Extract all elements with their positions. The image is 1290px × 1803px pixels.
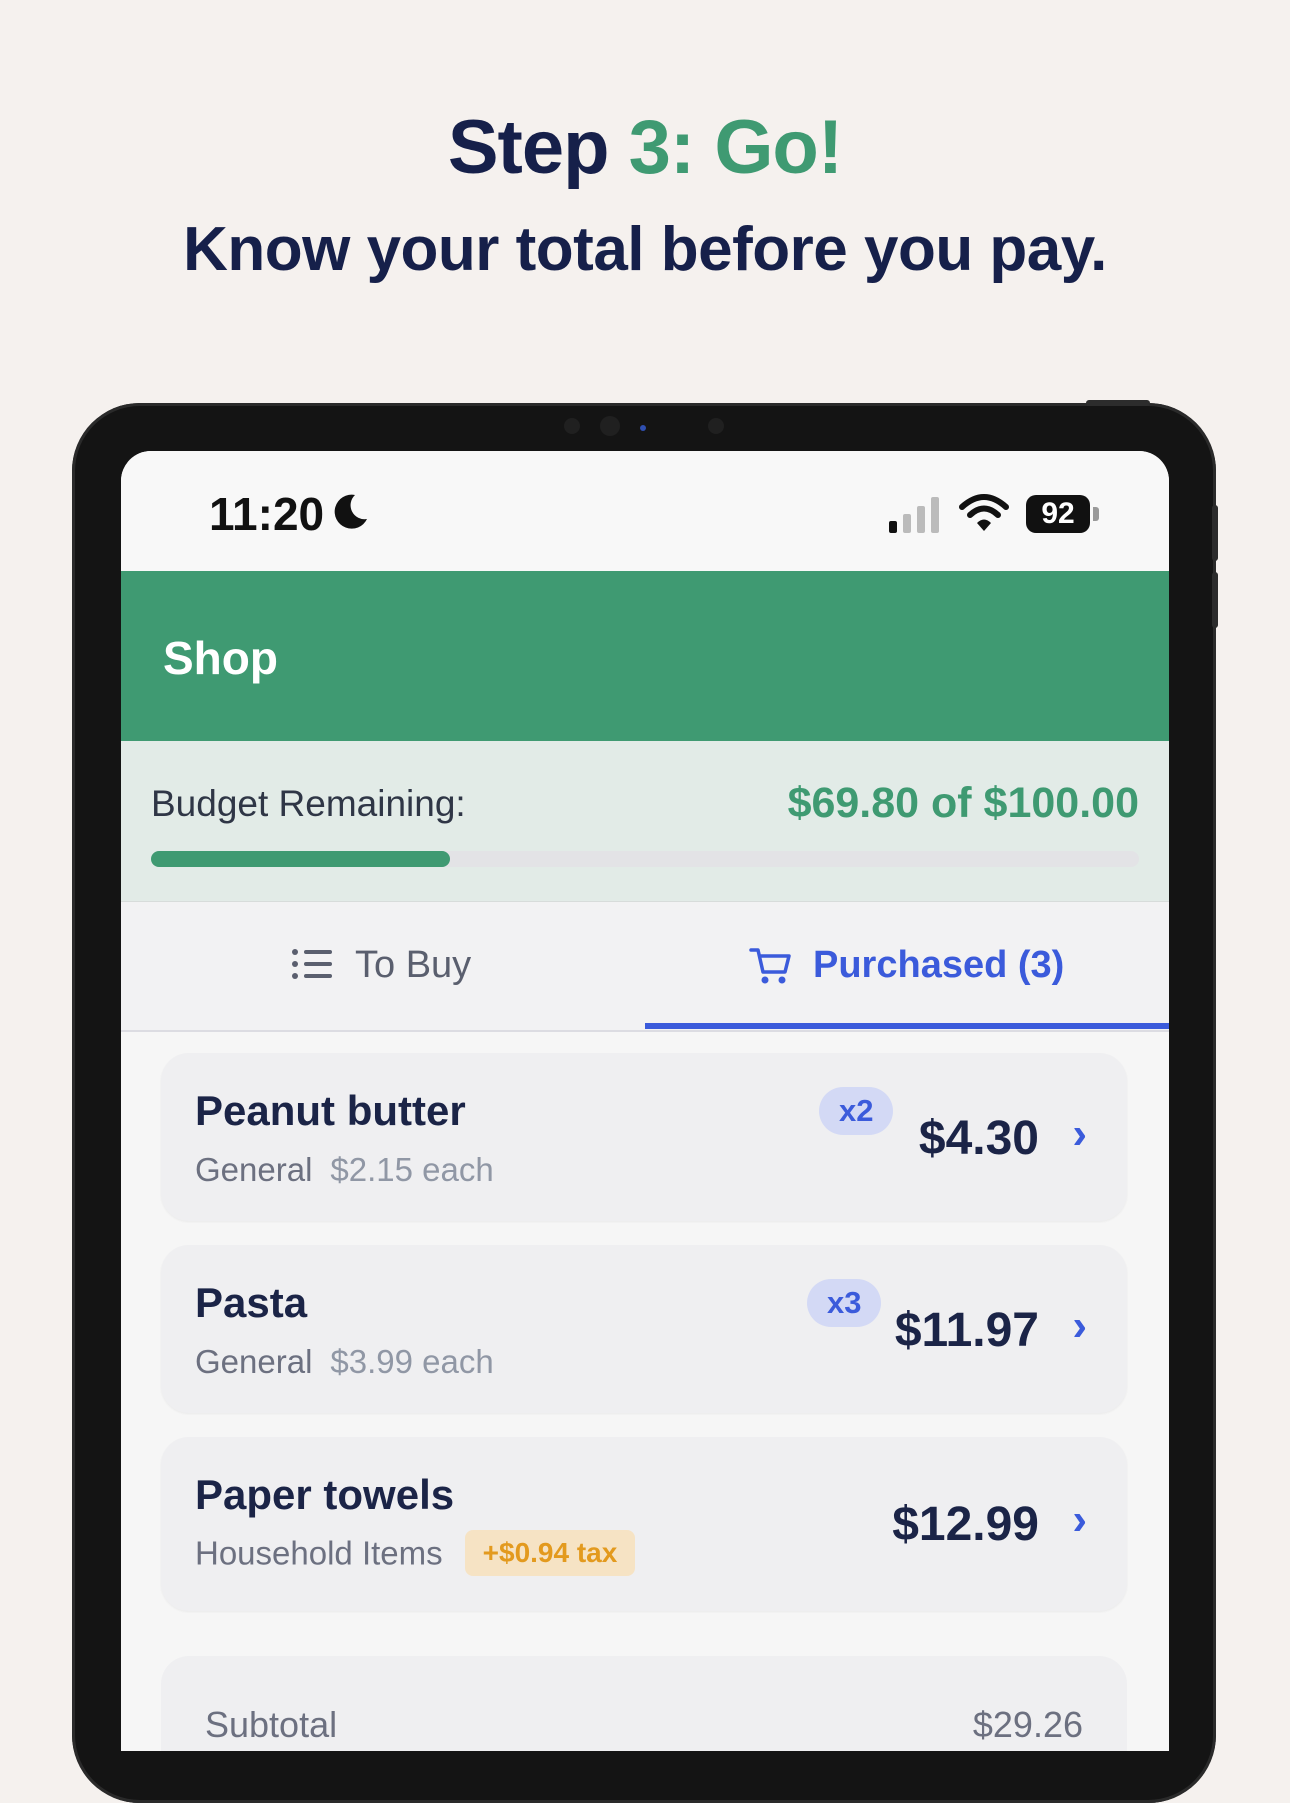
- camera-indicator-icon: [640, 425, 646, 431]
- app-bar: Shop: [121, 571, 1169, 741]
- subtotal-value: $29.26: [972, 1704, 1083, 1745]
- side-button-volume-up: [1212, 505, 1218, 561]
- app-title: Shop: [163, 632, 278, 684]
- item-unit-price: $2.15 each: [330, 1151, 494, 1188]
- item-price: $11.97: [894, 1304, 1039, 1357]
- battery-tip: [1093, 507, 1099, 521]
- tab-bar: To Buy Purchased (3): [121, 902, 1169, 1032]
- item-name: Pasta: [195, 1279, 308, 1326]
- side-button-volume-down: [1212, 572, 1218, 628]
- camera-bar: [560, 416, 730, 436]
- tab-purchased[interactable]: Purchased (3): [645, 902, 1169, 1030]
- wifi-icon: [959, 493, 1009, 538]
- item-name: Peanut butter: [195, 1087, 466, 1134]
- tax-badge: +$0.94 tax: [464, 1530, 636, 1576]
- item-meta: Household Items +$0.94 tax: [195, 1530, 636, 1579]
- budget-progress-track: [151, 851, 1139, 867]
- list-item[interactable]: Paper towels Household Items +$0.94 tax $…: [161, 1437, 1127, 1611]
- camera-lens-icon: [600, 416, 620, 436]
- list-item[interactable]: Peanut butter General $2.15 each x2 $4.30…: [161, 1053, 1127, 1221]
- moon-icon: [331, 491, 371, 536]
- chevron-right-icon[interactable]: ›: [1072, 1301, 1087, 1351]
- item-price: $12.99: [892, 1498, 1039, 1551]
- tab-to-buy[interactable]: To Buy: [121, 902, 645, 1030]
- budget-progress-fill: [151, 851, 451, 867]
- subtotal-card: Subtotal $29.26: [161, 1656, 1127, 1751]
- item-price: $4.30: [918, 1112, 1039, 1165]
- item-category: General: [195, 1151, 313, 1188]
- camera-sensor-icon: [564, 418, 580, 434]
- budget-amount: $69.80 of $100.00: [787, 779, 1139, 827]
- headline-accent: 3: Go!: [628, 105, 844, 190]
- budget-panel: Budget Remaining: $69.80 of $100.00: [121, 741, 1169, 902]
- camera-sensor-right-icon: [708, 418, 724, 434]
- chevron-right-icon[interactable]: ›: [1072, 1495, 1087, 1545]
- list-icon: [291, 946, 333, 987]
- status-time: 11:20: [209, 488, 325, 540]
- subtotal-label: Subtotal: [205, 1704, 338, 1745]
- headline-prefix: Step: [447, 105, 629, 190]
- chevron-right-icon[interactable]: ›: [1072, 1109, 1087, 1159]
- item-category: Household Items: [195, 1534, 443, 1572]
- screen: 11:20 92 Shop Budget Remaining: $69.80 o…: [121, 451, 1169, 1751]
- list-item[interactable]: Pasta General $3.99 each x3 $11.97 ›: [161, 1245, 1127, 1413]
- quantity-badge: x2: [819, 1087, 894, 1135]
- subline: Know your total before you pay.: [183, 215, 1107, 284]
- item-meta: General $2.15 each: [195, 1151, 494, 1189]
- cart-icon: [749, 946, 793, 991]
- item-category: General: [195, 1343, 313, 1380]
- item-name: Paper towels: [195, 1471, 455, 1518]
- item-unit-price: $3.99 each: [330, 1343, 494, 1380]
- tab-active-underline: [645, 1023, 1169, 1029]
- cellular-signal-icon: [889, 497, 945, 538]
- side-button-top: [1086, 400, 1150, 406]
- tab-to-buy-label: To Buy: [355, 944, 472, 986]
- tab-purchased-label: Purchased (3): [813, 944, 1065, 986]
- quantity-badge: x3: [807, 1279, 882, 1327]
- item-meta: General $3.99 each: [195, 1343, 494, 1381]
- status-bar: 11:20 92: [121, 451, 1169, 571]
- battery-icon: 92: [1026, 495, 1090, 533]
- headline: Step 3: Go!: [0, 104, 1290, 191]
- budget-label: Budget Remaining:: [151, 783, 466, 824]
